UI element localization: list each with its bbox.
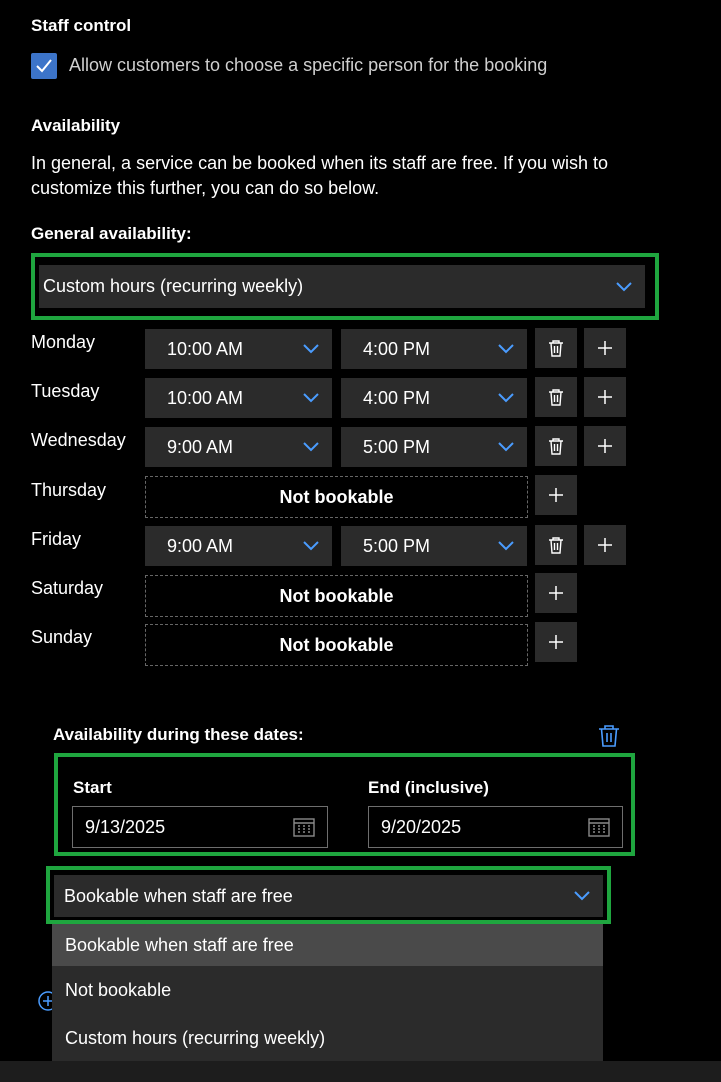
plus-icon bbox=[598, 390, 612, 404]
general-availability-select[interactable]: Custom hours (recurring weekly) bbox=[39, 265, 645, 308]
tuesday-start-time: 10:00 AM bbox=[167, 387, 244, 408]
tuesday-end-time-select[interactable]: 4:00 PM bbox=[341, 378, 527, 418]
friday-start-time: 9:00 AM bbox=[167, 535, 234, 556]
day-label-monday: Monday bbox=[31, 332, 96, 352]
thursday-not-bookable-slot[interactable]: Not bookable bbox=[145, 476, 528, 518]
sunday-not-bookable-slot[interactable]: Not bookable bbox=[145, 624, 528, 666]
plus-icon bbox=[598, 439, 612, 453]
tuesday-delete-button[interactable] bbox=[535, 377, 577, 417]
calendar-icon bbox=[293, 818, 315, 837]
day-label-friday: Friday bbox=[31, 529, 82, 549]
availability-mode-select[interactable]: Bookable when staff are free bbox=[54, 875, 603, 917]
start-date-input[interactable]: 9/13/2025 bbox=[72, 806, 328, 848]
calendar-icon bbox=[588, 818, 610, 837]
end-date-value: 9/20/2025 bbox=[381, 816, 462, 837]
availability-description-line2: customize this further, you can do so be… bbox=[31, 178, 380, 198]
general-availability-label: General availability: bbox=[31, 224, 192, 243]
tuesday-add-button[interactable] bbox=[584, 377, 626, 417]
tuesday-end-time: 4:00 PM bbox=[363, 387, 431, 408]
chevron-down-icon bbox=[303, 393, 319, 403]
day-label-tuesday: Tuesday bbox=[31, 381, 100, 401]
plus-icon bbox=[598, 538, 612, 552]
trash-icon bbox=[549, 537, 563, 554]
friday-end-time: 5:00 PM bbox=[363, 535, 431, 556]
availability-description-line1: In general, a service can be booked when… bbox=[31, 153, 608, 173]
chevron-down-icon bbox=[303, 344, 319, 354]
wednesday-end-time-select[interactable]: 5:00 PM bbox=[341, 427, 527, 467]
monday-start-time: 10:00 AM bbox=[167, 338, 244, 359]
plus-icon bbox=[549, 488, 563, 502]
chevron-down-icon bbox=[303, 442, 319, 452]
start-date-value: 9/13/2025 bbox=[85, 816, 166, 837]
chevron-down-icon bbox=[498, 442, 514, 452]
friday-delete-button[interactable] bbox=[535, 525, 577, 565]
friday-end-time-select[interactable]: 5:00 PM bbox=[341, 526, 527, 566]
wednesday-add-button[interactable] bbox=[584, 426, 626, 466]
monday-add-button[interactable] bbox=[584, 328, 626, 368]
chevron-down-icon bbox=[498, 344, 514, 354]
day-label-thursday: Thursday bbox=[31, 480, 107, 500]
saturday-not-bookable-text: Not bookable bbox=[279, 585, 394, 606]
thursday-add-button[interactable] bbox=[535, 475, 577, 515]
chevron-down-icon bbox=[574, 891, 590, 901]
wednesday-start-time-select[interactable]: 9:00 AM bbox=[145, 427, 332, 467]
menu-option-custom-hours[interactable]: Custom hours (recurring weekly) bbox=[52, 1014, 603, 1062]
start-date-label: Start bbox=[73, 778, 112, 797]
trash-icon bbox=[599, 725, 619, 747]
day-label-sunday: Sunday bbox=[31, 627, 93, 647]
chevron-down-icon bbox=[303, 541, 319, 551]
saturday-add-button[interactable] bbox=[535, 573, 577, 613]
friday-start-time-select[interactable]: 9:00 AM bbox=[145, 526, 332, 566]
monday-delete-button[interactable] bbox=[535, 328, 577, 368]
allow-choose-person-label: Allow customers to choose a specific per… bbox=[69, 55, 548, 75]
allow-choose-person-checkbox[interactable] bbox=[31, 53, 57, 79]
friday-add-button[interactable] bbox=[584, 525, 626, 565]
day-label-saturday: Saturday bbox=[31, 578, 104, 598]
wednesday-delete-button[interactable] bbox=[535, 426, 577, 466]
thursday-not-bookable-text: Not bookable bbox=[279, 486, 394, 507]
plus-icon bbox=[549, 635, 563, 649]
sunday-not-bookable-text: Not bookable bbox=[279, 634, 394, 655]
date-range-delete-button[interactable] bbox=[598, 724, 620, 753]
end-date-input[interactable]: 9/20/2025 bbox=[368, 806, 623, 848]
chevron-down-icon bbox=[616, 281, 632, 291]
day-label-wednesday: Wednesday bbox=[31, 430, 126, 450]
trash-icon bbox=[549, 438, 563, 455]
end-date-label: End (inclusive) bbox=[368, 778, 489, 797]
wednesday-start-time: 9:00 AM bbox=[167, 436, 234, 457]
plus-icon bbox=[549, 586, 563, 600]
saturday-not-bookable-slot[interactable]: Not bookable bbox=[145, 575, 528, 617]
staff-control-heading: Staff control bbox=[31, 16, 132, 35]
wednesday-end-time: 5:00 PM bbox=[363, 436, 431, 457]
trash-icon bbox=[549, 389, 563, 406]
chevron-down-icon bbox=[498, 541, 514, 551]
availability-mode-menu: Bookable when staff are free Not bookabl… bbox=[52, 924, 603, 1061]
chevron-down-icon bbox=[498, 393, 514, 403]
monday-end-time-select[interactable]: 4:00 PM bbox=[341, 329, 527, 369]
horizontal-scrollbar[interactable] bbox=[0, 1061, 721, 1082]
checkmark-icon bbox=[36, 59, 52, 73]
monday-start-time-select[interactable]: 10:00 AM bbox=[145, 329, 332, 369]
monday-end-time: 4:00 PM bbox=[363, 338, 431, 359]
menu-option-not-bookable[interactable]: Not bookable bbox=[52, 966, 603, 1014]
general-availability-value: Custom hours (recurring weekly) bbox=[43, 276, 304, 296]
sunday-add-button[interactable] bbox=[535, 622, 577, 662]
tuesday-start-time-select[interactable]: 10:00 AM bbox=[145, 378, 332, 418]
menu-option-bookable-when-free[interactable]: Bookable when staff are free bbox=[52, 924, 603, 966]
plus-icon bbox=[598, 341, 612, 355]
date-range-heading: Availability during these dates: bbox=[53, 725, 304, 744]
trash-icon bbox=[549, 340, 563, 357]
availability-mode-value: Bookable when staff are free bbox=[64, 885, 293, 906]
availability-heading: Availability bbox=[31, 116, 121, 135]
